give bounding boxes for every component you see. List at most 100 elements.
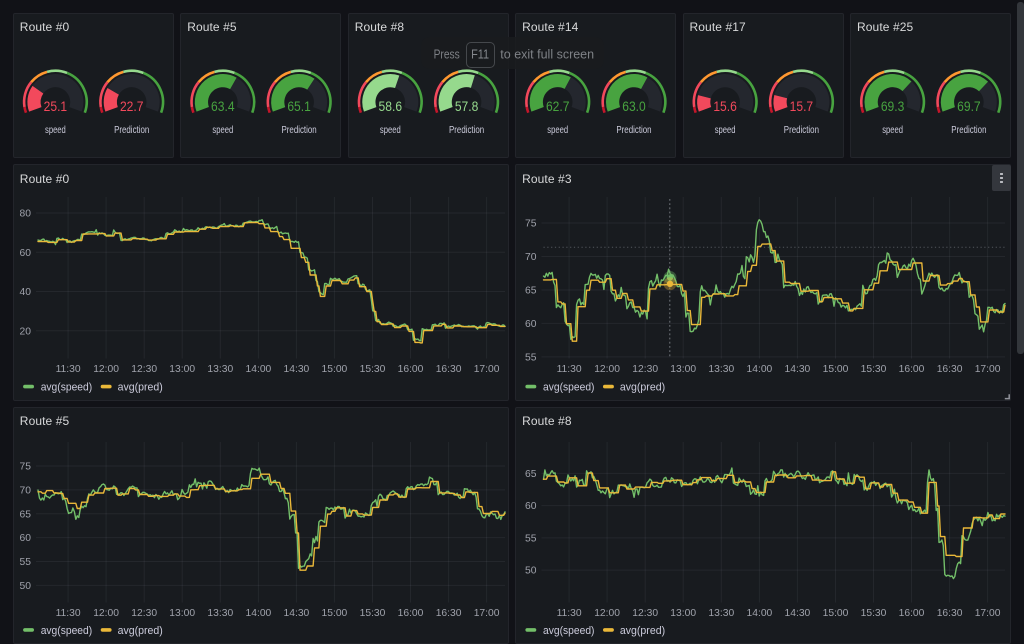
svg-text:50: 50 <box>20 581 32 592</box>
svg-text:14:30: 14:30 <box>284 608 310 619</box>
svg-text:22.7: 22.7 <box>120 98 144 114</box>
svg-text:17:00: 17:00 <box>474 364 500 375</box>
svg-text:57.8: 57.8 <box>455 98 479 114</box>
svg-text:25.1: 25.1 <box>44 98 68 114</box>
svg-text:14:30: 14:30 <box>284 364 310 375</box>
svg-text:60: 60 <box>20 533 32 544</box>
svg-text:14:00: 14:00 <box>246 608 272 619</box>
svg-text:11:30: 11:30 <box>557 364 582 375</box>
svg-text:speed: speed <box>715 124 736 136</box>
svg-text:70: 70 <box>525 252 537 263</box>
svg-text:12:30: 12:30 <box>632 364 658 375</box>
svg-text:13:30: 13:30 <box>207 364 233 375</box>
svg-text:15:30: 15:30 <box>861 608 887 619</box>
svg-text:12:30: 12:30 <box>131 364 157 375</box>
svg-text:avg(speed): avg(speed) <box>41 625 92 637</box>
svg-text:17:00: 17:00 <box>474 608 500 619</box>
svg-text:to exit full screen: to exit full screen <box>500 48 594 62</box>
svg-text:14:30: 14:30 <box>785 364 811 375</box>
svg-text:Prediction: Prediction <box>114 124 149 136</box>
svg-text:11:30: 11:30 <box>56 364 81 375</box>
svg-text:16:00: 16:00 <box>398 364 424 375</box>
svg-text:Prediction: Prediction <box>616 124 651 136</box>
svg-text:17:00: 17:00 <box>975 608 1001 619</box>
svg-text:14:00: 14:00 <box>246 364 272 375</box>
svg-text:16:30: 16:30 <box>436 608 462 619</box>
svg-text:Press: Press <box>434 48 460 62</box>
svg-text:13:00: 13:00 <box>670 364 696 375</box>
svg-text:avg(pred): avg(pred) <box>118 625 163 637</box>
svg-text:55: 55 <box>525 353 537 364</box>
svg-text:62.7: 62.7 <box>546 98 570 114</box>
svg-text:15:00: 15:00 <box>322 364 348 375</box>
svg-text:16:00: 16:00 <box>899 608 925 619</box>
svg-text:20: 20 <box>20 326 32 337</box>
svg-text:12:30: 12:30 <box>131 608 157 619</box>
svg-text:60: 60 <box>525 501 537 512</box>
svg-text:speed: speed <box>547 124 568 136</box>
svg-text:speed: speed <box>45 124 66 136</box>
svg-text:avg(pred): avg(pred) <box>118 382 163 394</box>
svg-text:15:30: 15:30 <box>360 608 386 619</box>
svg-text:16:00: 16:00 <box>398 608 424 619</box>
svg-text:63.4: 63.4 <box>211 98 235 114</box>
svg-text:11:30: 11:30 <box>56 608 81 619</box>
svg-text:15:30: 15:30 <box>861 364 887 375</box>
svg-text:75: 75 <box>20 462 32 473</box>
svg-text:80: 80 <box>20 209 32 220</box>
svg-text:avg(pred): avg(pred) <box>620 625 665 637</box>
svg-text:13:00: 13:00 <box>670 608 696 619</box>
svg-text:12:00: 12:00 <box>594 608 620 619</box>
svg-text:13:30: 13:30 <box>207 608 233 619</box>
svg-text:16:30: 16:30 <box>937 364 963 375</box>
svg-text:14:30: 14:30 <box>785 608 811 619</box>
svg-text:69.3: 69.3 <box>881 98 905 114</box>
svg-text:63.0: 63.0 <box>622 98 646 114</box>
svg-text:16:00: 16:00 <box>899 364 925 375</box>
svg-text:65: 65 <box>20 509 32 520</box>
svg-text:50: 50 <box>525 566 537 577</box>
svg-text:15:00: 15:00 <box>322 608 348 619</box>
svg-text:65: 65 <box>525 286 537 297</box>
svg-text:55: 55 <box>20 557 32 568</box>
svg-text:speed: speed <box>212 124 233 136</box>
svg-text:60: 60 <box>20 248 32 259</box>
svg-text:12:00: 12:00 <box>93 364 119 375</box>
svg-text:12:00: 12:00 <box>93 608 119 619</box>
svg-text:Prediction: Prediction <box>951 124 986 136</box>
svg-text:60: 60 <box>525 319 537 330</box>
svg-text:15:30: 15:30 <box>360 364 386 375</box>
svg-text:15:00: 15:00 <box>823 608 849 619</box>
svg-text:55: 55 <box>525 534 537 545</box>
svg-text:69.7: 69.7 <box>957 98 981 114</box>
svg-text:avg(speed): avg(speed) <box>543 625 595 637</box>
svg-text:65: 65 <box>525 469 537 480</box>
svg-text:70: 70 <box>20 486 32 497</box>
svg-text:13:30: 13:30 <box>708 608 734 619</box>
svg-text:15:00: 15:00 <box>823 364 849 375</box>
svg-text:Prediction: Prediction <box>282 124 317 136</box>
svg-text:58.6: 58.6 <box>379 98 403 114</box>
svg-text:11:30: 11:30 <box>557 608 582 619</box>
svg-text:16:30: 16:30 <box>436 364 462 375</box>
svg-text:15.7: 15.7 <box>790 98 814 114</box>
svg-text:75: 75 <box>525 219 537 230</box>
svg-text:12:30: 12:30 <box>632 608 658 619</box>
svg-text:Prediction: Prediction <box>449 124 484 136</box>
svg-text:16:30: 16:30 <box>937 608 963 619</box>
svg-text:14:00: 14:00 <box>747 364 773 375</box>
svg-text:avg(speed): avg(speed) <box>41 382 92 394</box>
svg-text:Prediction: Prediction <box>784 124 819 136</box>
svg-text:13:00: 13:00 <box>169 608 195 619</box>
svg-text:15.6: 15.6 <box>713 98 737 114</box>
svg-text:65.1: 65.1 <box>287 98 311 114</box>
svg-text:40: 40 <box>20 287 32 298</box>
svg-text:avg(pred): avg(pred) <box>620 382 665 394</box>
svg-text:speed: speed <box>882 124 903 136</box>
svg-text:14:00: 14:00 <box>747 608 773 619</box>
svg-text:12:00: 12:00 <box>594 364 620 375</box>
svg-text:13:30: 13:30 <box>708 364 734 375</box>
svg-text:17:00: 17:00 <box>975 364 1001 375</box>
svg-text:avg(speed): avg(speed) <box>543 382 595 394</box>
svg-text:F11: F11 <box>471 48 489 62</box>
